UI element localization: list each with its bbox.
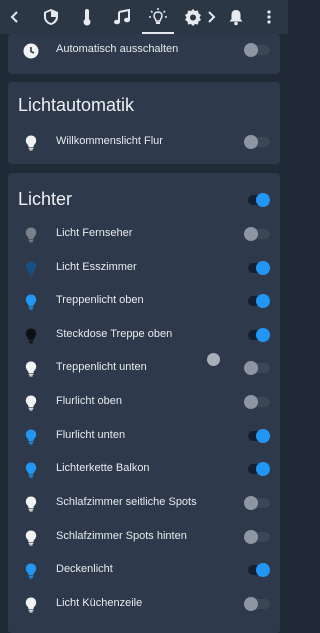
list-item: Schlafzimmer Spots hinten bbox=[8, 521, 280, 554]
list-item: Automatisch ausschalten bbox=[8, 34, 280, 67]
list-item: Deckenlicht bbox=[8, 554, 280, 587]
row-label: Automatisch ausschalten bbox=[56, 43, 179, 55]
lightbulb-icon bbox=[22, 561, 40, 581]
list-item: Licht Esszimmer bbox=[8, 252, 280, 285]
row-label: Licht Küchenzeile bbox=[56, 597, 143, 609]
lightbulb-icon bbox=[22, 259, 40, 279]
toggle-switch[interactable] bbox=[244, 462, 270, 476]
shield-icon[interactable] bbox=[36, 0, 66, 34]
list-item: Licht Küchenzeile bbox=[8, 588, 280, 621]
toggle-switch[interactable] bbox=[244, 361, 270, 375]
lightbulb-icon bbox=[22, 359, 40, 379]
toggle-switch[interactable] bbox=[244, 563, 270, 577]
lightbulb-icon[interactable] bbox=[143, 0, 173, 34]
list-item: Flurlicht unten bbox=[8, 420, 280, 453]
row-label: Schlafzimmer Spots hinten bbox=[56, 530, 187, 542]
row-label: Flurlicht oben bbox=[56, 395, 123, 407]
lightbulb-icon bbox=[22, 326, 40, 346]
list-item: Flurlicht oben bbox=[8, 386, 280, 419]
row-label: Steckdose Treppe oben bbox=[56, 328, 173, 340]
clock-icon bbox=[22, 41, 40, 61]
lightbulb-icon bbox=[22, 460, 40, 480]
lightbulb-icon bbox=[22, 225, 40, 245]
card-title: Lichter bbox=[18, 189, 73, 209]
list-item: Lichterkette Balkon bbox=[8, 453, 280, 486]
toggle-switch[interactable] bbox=[244, 135, 270, 149]
toggle-switch[interactable] bbox=[244, 530, 270, 544]
toggle-switch[interactable] bbox=[244, 496, 270, 510]
lightbulb-icon bbox=[22, 393, 40, 413]
lightbulb-icon bbox=[22, 494, 40, 514]
toggle-switch[interactable] bbox=[244, 43, 270, 57]
toggle-switch[interactable] bbox=[244, 227, 270, 241]
card-title: Lichtautomatik bbox=[18, 95, 135, 115]
lichter-card: Lichter Licht Fernseher Licht Esszimmer … bbox=[8, 173, 280, 633]
chevron-left-icon[interactable] bbox=[0, 0, 30, 34]
toggle-switch[interactable] bbox=[244, 261, 270, 275]
row-label: Licht Fernseher bbox=[56, 227, 133, 239]
lightbulb-icon bbox=[22, 595, 40, 615]
master-toggle-switch[interactable] bbox=[244, 193, 270, 207]
row-label: Licht Esszimmer bbox=[56, 261, 137, 273]
list-item: Treppenlicht oben bbox=[8, 285, 280, 318]
lightbulb-icon bbox=[22, 292, 40, 312]
automation-card: Automatisch ausschalten bbox=[8, 34, 280, 74]
row-label: Willkommenslicht Flur bbox=[56, 135, 163, 147]
list-item: Schlafzimmer seitliche Spots bbox=[8, 487, 280, 520]
toggle-switch[interactable] bbox=[244, 395, 270, 409]
music-icon[interactable] bbox=[107, 0, 137, 34]
toggle-switch[interactable] bbox=[244, 328, 270, 342]
lightbulb-icon bbox=[22, 133, 40, 153]
toggle-switch[interactable] bbox=[244, 294, 270, 308]
row-label: Deckenlicht bbox=[56, 563, 113, 575]
row-label: Lichterkette Balkon bbox=[56, 462, 150, 474]
more-vert-icon[interactable] bbox=[254, 0, 284, 34]
row-label: Treppenlicht oben bbox=[56, 294, 144, 306]
bell-icon[interactable] bbox=[221, 0, 251, 34]
list-item: Steckdose Treppe oben bbox=[8, 319, 280, 352]
toggle-switch[interactable] bbox=[244, 429, 270, 443]
list-item: Licht Fernseher bbox=[8, 218, 280, 251]
thermometer-icon[interactable] bbox=[72, 0, 102, 34]
list-item: Treppenlicht unten bbox=[8, 352, 280, 385]
row-label: Treppenlicht unten bbox=[56, 361, 147, 373]
touch-indicator bbox=[207, 353, 220, 366]
toggle-switch[interactable] bbox=[244, 597, 270, 611]
lightbulb-icon bbox=[22, 528, 40, 548]
top-toolbar bbox=[0, 0, 288, 34]
lichtautomatik-card: Lichtautomatik Willkommenslicht Flur bbox=[8, 82, 280, 164]
row-label: Flurlicht unten bbox=[56, 429, 126, 441]
row-label: Schlafzimmer seitliche Spots bbox=[56, 496, 197, 508]
list-item: Willkommenslicht Flur bbox=[8, 126, 280, 159]
lightbulb-icon bbox=[22, 427, 40, 447]
